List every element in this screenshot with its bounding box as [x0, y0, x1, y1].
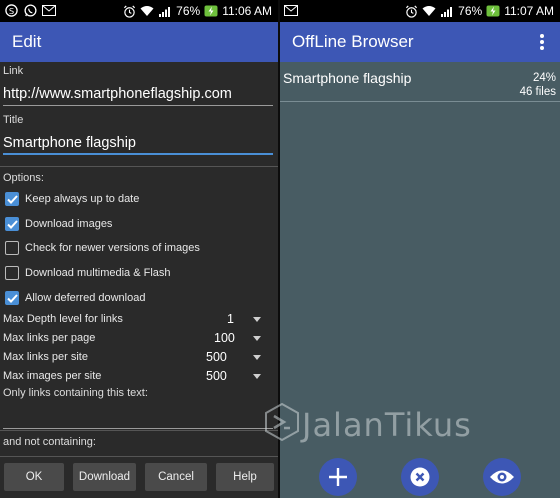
max-links-site-select[interactable]: Max links per site 500	[3, 350, 265, 366]
more-vert-icon[interactable]	[532, 31, 552, 53]
cancel-download-button[interactable]	[401, 458, 439, 496]
max-links-page-select[interactable]: Max links per page 100	[3, 331, 265, 347]
select-value[interactable]: 500	[206, 369, 227, 383]
download-progress: 24%	[532, 72, 556, 84]
option-allow-deferred[interactable]: Allow deferred download	[5, 289, 145, 307]
alarm-icon	[404, 4, 418, 18]
select-label: Max images per site	[3, 370, 102, 382]
select-value[interactable]: 500	[206, 350, 227, 364]
option-label: Download multimedia & Flash	[25, 267, 171, 279]
ok-button[interactable]: OK	[4, 463, 64, 491]
cancel-button[interactable]: Cancel	[145, 463, 207, 491]
select-label: Max links per page	[3, 332, 96, 344]
edit-screen: S 76% 11:06 AM Edit Link http://www.smar…	[0, 0, 278, 498]
option-label: Keep always up to date	[25, 193, 140, 205]
link-field[interactable]: http://www.smartphoneflagship.com	[3, 84, 273, 106]
status-bar: 76% 11:07 AM	[280, 0, 560, 22]
link-label: Link	[3, 65, 24, 77]
app-bar: Edit	[0, 22, 278, 62]
envelope-icon	[284, 3, 298, 17]
select-value[interactable]: 1	[227, 312, 234, 326]
checkbox-checked[interactable]	[5, 192, 19, 206]
option-label: Allow deferred download	[25, 292, 146, 304]
option-check-newer-images[interactable]: Check for newer versions of images	[5, 239, 200, 257]
wifi-icon	[422, 4, 436, 18]
clock: 11:06 AM	[222, 4, 272, 18]
battery-percent: 76%	[176, 4, 201, 18]
max-depth-select[interactable]: Max Depth level for links 1	[3, 312, 265, 328]
file-count: 46 files	[519, 86, 556, 98]
not-containing-label: and not containing:	[3, 436, 96, 448]
view-button[interactable]	[483, 458, 521, 496]
signal-icon	[440, 4, 454, 18]
dropdown-arrow-icon[interactable]	[253, 374, 261, 379]
list-item[interactable]: Smartphone flagship 24% 46 files	[280, 62, 560, 102]
options-label: Options:	[3, 172, 44, 184]
checkbox-unchecked[interactable]	[5, 241, 19, 255]
whatsapp-icon	[23, 3, 37, 17]
app-title: OffLine Browser	[292, 32, 414, 51]
screen-title: Edit	[12, 32, 42, 51]
plus-icon	[329, 468, 347, 486]
select-label: Max Depth level for links	[3, 313, 123, 325]
divider	[0, 430, 278, 431]
dropdown-arrow-icon[interactable]	[253, 336, 261, 341]
option-keep-up-to-date[interactable]: Keep always up to date	[5, 190, 139, 208]
checkbox-checked[interactable]	[5, 217, 19, 231]
svg-text:S: S	[8, 5, 13, 15]
clock: 11:07 AM	[504, 4, 554, 18]
site-title: Smartphone flagship	[283, 70, 412, 86]
edit-form: Link http://www.smartphoneflagship.com T…	[0, 62, 278, 456]
option-download-images[interactable]: Download images	[5, 215, 112, 233]
download-button[interactable]: Download	[73, 463, 136, 491]
option-label: Download images	[25, 218, 113, 230]
battery-charging-icon	[204, 4, 218, 18]
checkbox-checked[interactable]	[5, 291, 19, 305]
status-bar: S 76% 11:06 AM	[0, 0, 278, 22]
dropdown-arrow-icon[interactable]	[253, 355, 261, 360]
envelope-icon	[42, 3, 56, 17]
option-download-multimedia[interactable]: Download multimedia & Flash	[5, 264, 171, 282]
eye-icon	[490, 470, 514, 484]
only-links-label: Only links containing this text:	[3, 387, 148, 399]
signal-icon	[158, 4, 172, 18]
title-field[interactable]: Smartphone flagship	[3, 133, 273, 155]
option-label: Check for newer versions of images	[25, 242, 200, 254]
alarm-icon	[122, 4, 136, 18]
add-button[interactable]	[319, 458, 357, 496]
skype-icon: S	[4, 3, 18, 17]
select-value[interactable]: 100	[214, 331, 235, 345]
action-bar	[280, 456, 560, 498]
battery-percent: 76%	[458, 4, 483, 18]
include-text-field[interactable]	[3, 405, 273, 429]
wifi-icon	[140, 4, 154, 18]
max-images-site-select[interactable]: Max images per site 500	[3, 369, 265, 385]
app-bar: OffLine Browser	[280, 22, 560, 62]
help-button[interactable]: Help	[216, 463, 274, 491]
divider	[0, 166, 278, 167]
select-label: Max links per site	[3, 351, 88, 363]
title-label: Title	[3, 114, 24, 126]
close-circle-icon	[410, 467, 430, 487]
offline-browser-screen: 76% 11:07 AM OffLine Browser Smartphone …	[280, 0, 560, 498]
button-bar: OK Download Cancel Help	[0, 456, 278, 498]
battery-charging-icon	[486, 4, 500, 18]
dropdown-arrow-icon[interactable]	[253, 317, 261, 322]
checkbox-unchecked[interactable]	[5, 266, 19, 280]
